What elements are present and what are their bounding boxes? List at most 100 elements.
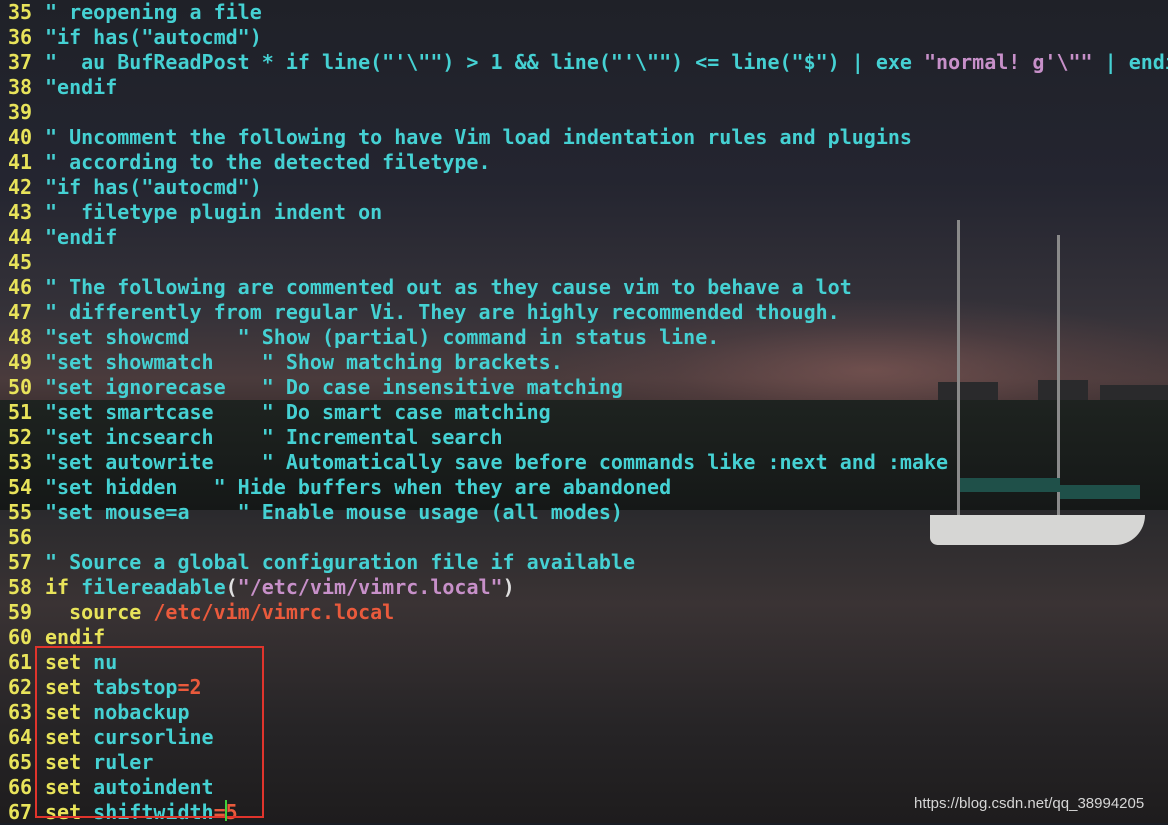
line-number: 51 — [8, 400, 33, 424]
code-token: " au BufReadPost * if line("'\"") > 1 &&… — [45, 50, 924, 74]
line-text: " The following are commented out as the… — [45, 275, 852, 300]
code-line[interactable]: 36 "if has("autocmd") — [0, 25, 1168, 50]
line-number: 59 — [8, 600, 33, 624]
line-number: 66 — [8, 775, 33, 799]
code-token: if — [45, 575, 82, 599]
line-number: 54 — [8, 475, 33, 499]
code-token: "set mouse=a " Enable mouse usage (all m… — [45, 500, 623, 524]
code-line[interactable]: 56 — [0, 525, 1168, 550]
line-text: "set incsearch " Incremental search — [45, 425, 503, 450]
line-text: if filereadable("/etc/vim/vimrc.local") — [45, 575, 515, 600]
code-token: " reopening a file — [45, 0, 262, 24]
code-line[interactable]: 50 "set ignorecase " Do case insensitive … — [0, 375, 1168, 400]
line-number: 50 — [8, 375, 33, 399]
code-token: ) — [502, 575, 515, 599]
code-line[interactable]: 37 " au BufReadPost * if line("'\"") > 1 … — [0, 50, 1168, 75]
line-number: 64 — [8, 725, 33, 749]
line-number: 57 — [8, 550, 33, 574]
code-line[interactable]: 38 "endif — [0, 75, 1168, 100]
code-line[interactable]: 41 " according to the detected filetype. — [0, 150, 1168, 175]
code-line[interactable]: 44 "endif — [0, 225, 1168, 250]
code-token: "if has("autocmd") — [45, 175, 262, 199]
line-text: "set autowrite " Automatically save befo… — [45, 450, 948, 475]
code-token: "/etc/vim/vimrc.local" — [237, 575, 503, 599]
line-text: "endif — [45, 225, 117, 250]
line-number: 55 — [8, 500, 33, 524]
code-token: "normal! g'\"" — [924, 50, 1093, 74]
code-token: "set showmatch " Show matching brackets. — [45, 350, 563, 374]
line-text: " filetype plugin indent on — [45, 200, 382, 225]
code-line[interactable]: 47 " differently from regular Vi. They ar… — [0, 300, 1168, 325]
line-number: 61 — [8, 650, 33, 674]
code-token: "set autowrite " Automatically save befo… — [45, 450, 949, 474]
code-line[interactable]: 35 " reopening a file — [0, 0, 1168, 25]
code-token: filereadable — [81, 575, 226, 599]
line-text: "set smartcase " Do smart case matching — [45, 400, 551, 425]
line-text: " differently from regular Vi. They are … — [45, 300, 840, 325]
line-text: "set showmatch " Show matching brackets. — [45, 350, 563, 375]
code-line[interactable]: 48 "set showcmd " Show (partial) command … — [0, 325, 1168, 350]
line-text: "set ignorecase " Do case insensitive ma… — [45, 375, 623, 400]
code-token: "set hidden " Hide buffers when they are… — [45, 475, 672, 499]
code-line[interactable]: 46 " The following are commented out as t… — [0, 275, 1168, 300]
code-token: "set smartcase " Do smart case matching — [45, 400, 551, 424]
line-number: 38 — [8, 75, 33, 99]
line-number: 42 — [8, 175, 33, 199]
code-line[interactable]: 57 " Source a global configuration file i… — [0, 550, 1168, 575]
code-token: " Uncomment the following to have Vim lo… — [45, 125, 912, 149]
line-number: 47 — [8, 300, 33, 324]
code-line[interactable]: 49 "set showmatch " Show matching bracket… — [0, 350, 1168, 375]
code-line[interactable]: 45 — [0, 250, 1168, 275]
line-number: 67 — [8, 800, 33, 824]
line-text: "set mouse=a " Enable mouse usage (all m… — [45, 500, 623, 525]
code-token: " differently from regular Vi. They are … — [45, 300, 840, 324]
code-token: " filetype plugin indent on — [45, 200, 383, 224]
code-token: source — [45, 600, 154, 624]
text-cursor — [225, 800, 227, 821]
line-number: 44 — [8, 225, 33, 249]
code-line[interactable]: 51 "set smartcase " Do smart case matchin… — [0, 400, 1168, 425]
line-number: 49 — [8, 350, 33, 374]
line-number: 56 — [8, 525, 33, 549]
line-text: " Uncomment the following to have Vim lo… — [45, 125, 912, 150]
code-line[interactable]: 59 source /etc/vim/vimrc.local — [0, 600, 1168, 625]
line-text: " reopening a file — [45, 0, 262, 25]
line-number: 46 — [8, 275, 33, 299]
code-token: " Source a global configuration file if … — [45, 550, 636, 574]
code-line[interactable]: 43 " filetype plugin indent on — [0, 200, 1168, 225]
code-line[interactable]: 53 "set autowrite " Automatically save be… — [0, 450, 1168, 475]
code-token: ( — [225, 575, 238, 599]
line-number: 37 — [8, 50, 33, 74]
line-number: 60 — [8, 625, 33, 649]
line-text: source /etc/vim/vimrc.local — [45, 600, 394, 625]
line-number: 63 — [8, 700, 33, 724]
watermark: https://blog.csdn.net/qq_38994205 — [914, 795, 1145, 812]
code-token: "endif — [45, 75, 118, 99]
line-number: 40 — [8, 125, 33, 149]
code-line[interactable]: 42 "if has("autocmd") — [0, 175, 1168, 200]
code-line[interactable]: 54 "set hidden " Hide buffers when they a… — [0, 475, 1168, 500]
line-number: 43 — [8, 200, 33, 224]
code-line[interactable]: 55 "set mouse=a " Enable mouse usage (all… — [0, 500, 1168, 525]
line-number: 36 — [8, 25, 33, 49]
line-text: " au BufReadPost * if line("'\"") > 1 &&… — [45, 50, 1168, 75]
code-token: "set showcmd " Show (partial) command in… — [45, 325, 720, 349]
line-number: 41 — [8, 150, 33, 174]
line-text: "if has("autocmd") — [45, 175, 262, 200]
code-line[interactable]: 40 " Uncomment the following to have Vim … — [0, 125, 1168, 150]
line-text: " Source a global configuration file if … — [45, 550, 635, 575]
line-text: "if has("autocmd") — [45, 25, 262, 50]
line-number: 58 — [8, 575, 33, 599]
code-line[interactable]: 58 if filereadable("/etc/vim/vimrc.local"… — [0, 575, 1168, 600]
line-number: 62 — [8, 675, 33, 699]
highlight-box — [35, 646, 264, 818]
code-token: /etc/vim/vimrc.local — [153, 600, 395, 624]
line-number: 65 — [8, 750, 33, 774]
line-number: 35 — [8, 0, 33, 24]
line-text: "set showcmd " Show (partial) command in… — [45, 325, 719, 350]
line-number: 48 — [8, 325, 33, 349]
code-line[interactable]: 52 "set incsearch " Incremental search — [0, 425, 1168, 450]
code-token: " The following are commented out as the… — [45, 275, 852, 299]
line-number: 53 — [8, 450, 33, 474]
code-line[interactable]: 39 — [0, 100, 1168, 125]
